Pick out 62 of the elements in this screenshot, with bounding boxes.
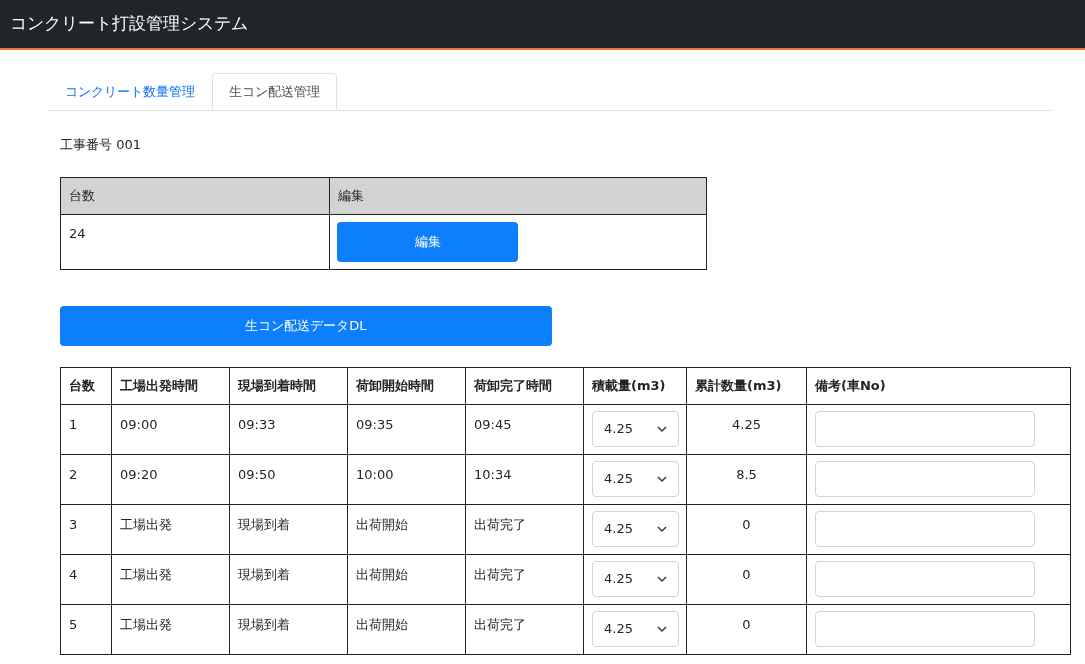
chevron-down-icon [657,575,667,583]
column-header: 備考(車No) [806,367,1071,404]
table-cell: 現場到着 [229,554,348,604]
table-cell: 8.5 [686,454,807,504]
table-cell: 現場到着 [229,604,348,654]
app-title: コンクリート打設管理システム [10,12,248,36]
chevron-down-icon [657,525,667,533]
column-header: 台数 [60,367,112,404]
load-select[interactable]: 4.25 [592,511,679,547]
column-header: 編集 [329,177,707,214]
load-select[interactable]: 4.25 [592,611,679,647]
column-header: 積載量(m3) [583,367,687,404]
edit-button[interactable]: 編集 [337,221,518,262]
table-cell: 4 [60,554,112,604]
table-cell: 10:00 [347,454,466,504]
chevron-down-icon [657,425,667,433]
input-field[interactable] [815,411,1035,447]
table-cell: 09:50 [229,454,348,504]
column-header: 現場到着時間 [229,367,348,404]
table-cell: 09:00 [111,404,230,454]
column-header: 荷卸開始時間 [347,367,466,404]
table-cell: 2 [60,454,112,504]
table-cell: 工場出発 [111,554,230,604]
tab[interactable]: コンクリート数量管理 [48,73,212,110]
input-field[interactable] [815,611,1035,647]
table-cell: 4.25 [686,404,807,454]
load-select[interactable]: 4.25 [592,561,679,597]
table-cell: 1 [60,404,112,454]
table-cell: 0 [686,554,807,604]
table-cell: 0 [686,504,807,554]
table-cell: 09:33 [229,404,348,454]
table-cell: 出荷開始 [347,554,466,604]
table-cell: 出荷完了 [465,604,584,654]
chevron-down-icon [657,475,667,483]
tab[interactable]: 生コン配送管理 [212,73,337,110]
load-select[interactable]: 4.25 [592,461,679,497]
table-cell: 09:35 [347,404,466,454]
table-cell: 09:20 [111,454,230,504]
column-header: 工場出発時間 [111,367,230,404]
table-cell: 24 [60,214,330,269]
chevron-down-icon [657,625,667,633]
table-cell: 出荷完了 [465,554,584,604]
table-cell: 出荷開始 [347,504,466,554]
load-select[interactable]: 4.25 [592,411,679,447]
table-cell: 5 [60,604,112,654]
table-cell: 現場到着 [229,504,348,554]
input-field[interactable] [815,461,1035,497]
table-cell: 出荷完了 [465,504,584,554]
table-cell: 工場出発 [111,604,230,654]
table-cell: 3 [60,504,112,554]
table-cell: 工場出発 [111,504,230,554]
table-cell: 出荷開始 [347,604,466,654]
column-header: 台数 [60,177,330,214]
input-field[interactable] [815,561,1035,597]
input-field[interactable] [815,511,1035,547]
download-button[interactable]: 生コン配送データDL [60,305,552,346]
table-cell: 10:34 [465,454,584,504]
project-number: 工事番号 001 [60,136,142,154]
table-cell: 09:45 [465,404,584,454]
column-header: 累計数量(m3) [686,367,807,404]
column-header: 荷卸完了時間 [465,367,584,404]
table-cell: 0 [686,604,807,654]
